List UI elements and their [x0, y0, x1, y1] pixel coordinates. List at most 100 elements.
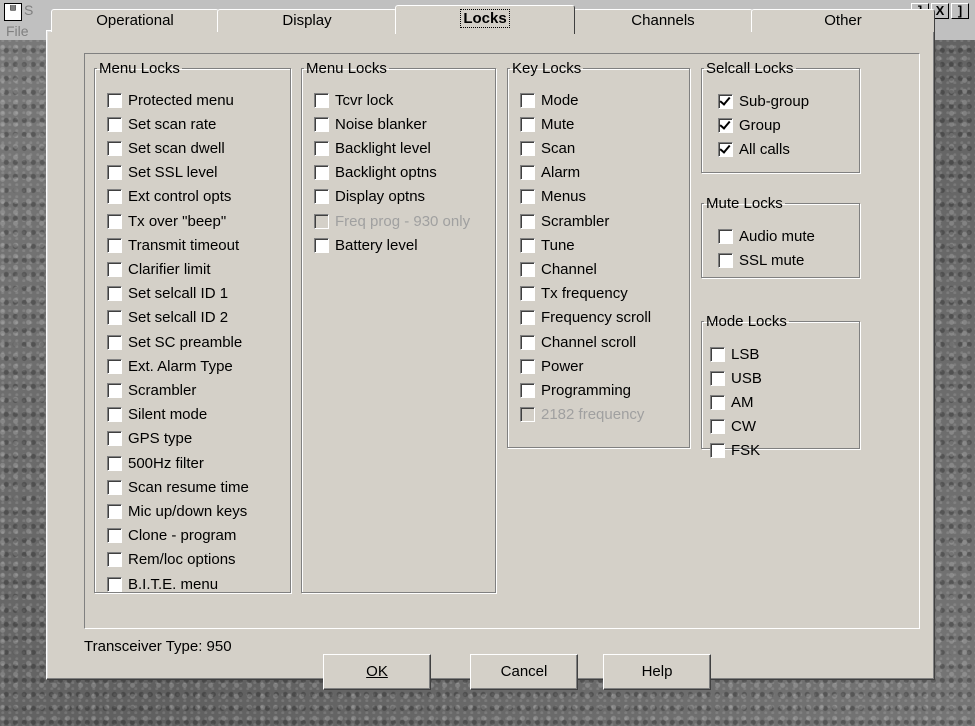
- checkbox[interactable]: [520, 334, 535, 350]
- checkbox[interactable]: [107, 310, 122, 326]
- checkbox-row[interactable]: Set scan rate: [107, 113, 216, 135]
- checkbox[interactable]: [314, 116, 329, 132]
- checkbox[interactable]: [107, 189, 122, 205]
- checkbox-row[interactable]: Mute: [520, 113, 574, 135]
- checkbox-row[interactable]: Tune: [520, 234, 575, 256]
- checkbox[interactable]: [520, 213, 535, 229]
- checkbox-row[interactable]: Set SC preamble: [107, 331, 242, 353]
- checkbox-row[interactable]: Tcvr lock: [314, 89, 393, 111]
- ok-button[interactable]: OK: [323, 654, 431, 690]
- checkbox[interactable]: [107, 165, 122, 181]
- checkbox[interactable]: [314, 140, 329, 156]
- checkbox-row[interactable]: Frequency scroll: [520, 307, 651, 329]
- checkbox[interactable]: [710, 346, 725, 362]
- checkbox[interactable]: [718, 228, 733, 244]
- checkbox-row[interactable]: Group: [718, 114, 781, 136]
- checkbox-row[interactable]: CW: [710, 416, 756, 438]
- checkbox[interactable]: [520, 286, 535, 302]
- checkbox-row[interactable]: Set scan dwell: [107, 137, 225, 159]
- checkbox[interactable]: [520, 237, 535, 253]
- checkbox[interactable]: [520, 92, 535, 108]
- checkbox[interactable]: [107, 431, 122, 447]
- checkbox-row[interactable]: Backlight level: [314, 137, 431, 159]
- checkbox-row[interactable]: AM: [710, 391, 754, 413]
- checkbox-row[interactable]: Scrambler: [107, 379, 196, 401]
- checkbox[interactable]: [520, 116, 535, 132]
- checkbox[interactable]: [314, 92, 329, 108]
- checkbox-row[interactable]: FSK: [710, 440, 760, 462]
- checkbox-row[interactable]: Backlight optns: [314, 162, 437, 184]
- checkbox[interactable]: [718, 252, 733, 268]
- checkbox-row[interactable]: Ext. Alarm Type: [107, 355, 233, 377]
- checkbox-row[interactable]: SSL mute: [718, 249, 804, 271]
- checkbox[interactable]: [710, 419, 725, 435]
- checkbox-row[interactable]: Channel: [520, 258, 597, 280]
- checkbox[interactable]: [107, 237, 122, 253]
- checkbox[interactable]: [710, 443, 725, 459]
- checkbox-row[interactable]: LSB: [710, 343, 759, 365]
- checkbox[interactable]: [107, 528, 122, 544]
- checkbox[interactable]: [520, 382, 535, 398]
- checkbox-row[interactable]: Mode: [520, 89, 579, 111]
- checkbox-row[interactable]: 500Hz filter: [107, 452, 204, 474]
- checkbox[interactable]: [107, 334, 122, 350]
- checkbox-row[interactable]: Set selcall ID 1: [107, 283, 228, 305]
- checkbox[interactable]: [107, 213, 122, 229]
- checkbox[interactable]: [314, 237, 329, 253]
- checkbox[interactable]: [718, 93, 733, 109]
- checkbox[interactable]: [520, 310, 535, 326]
- checkbox-row[interactable]: Audio mute: [718, 225, 815, 247]
- checkbox-row[interactable]: Menus: [520, 186, 586, 208]
- checkbox-row[interactable]: Alarm: [520, 162, 580, 184]
- checkbox[interactable]: [520, 261, 535, 277]
- checkbox-row[interactable]: Set SSL level: [107, 162, 218, 184]
- checkbox[interactable]: [107, 479, 122, 495]
- checkbox[interactable]: [107, 358, 122, 374]
- checkbox-row[interactable]: Transmit timeout: [107, 234, 239, 256]
- checkbox-row[interactable]: Set selcall ID 2: [107, 307, 228, 329]
- checkbox[interactable]: [520, 358, 535, 374]
- checkbox-row[interactable]: USB: [710, 367, 762, 389]
- tab-channels[interactable]: Channels: [573, 9, 753, 32]
- checkbox-row[interactable]: Tx frequency: [520, 283, 628, 305]
- checkbox[interactable]: [718, 141, 733, 157]
- checkbox-row[interactable]: Programming: [520, 379, 631, 401]
- checkbox[interactable]: [107, 116, 122, 132]
- checkbox-row[interactable]: Power: [520, 355, 584, 377]
- checkbox-row[interactable]: Sub-group: [718, 90, 809, 112]
- checkbox-row[interactable]: Rem/loc options: [107, 549, 236, 571]
- checkbox-row[interactable]: Silent mode: [107, 404, 207, 426]
- checkbox[interactable]: [520, 189, 535, 205]
- checkbox[interactable]: [107, 286, 122, 302]
- app-icon[interactable]: ▤: [4, 3, 22, 21]
- checkbox-row[interactable]: Scan resume time: [107, 476, 249, 498]
- tab-operational[interactable]: Operational: [51, 9, 219, 32]
- window-control-3[interactable]: ]: [951, 3, 969, 19]
- checkbox[interactable]: [107, 407, 122, 423]
- checkbox-row[interactable]: B.I.T.E. menu: [107, 573, 218, 595]
- checkbox[interactable]: [107, 576, 122, 592]
- checkbox-row[interactable]: Battery level: [314, 234, 418, 256]
- checkbox[interactable]: [107, 455, 122, 471]
- checkbox-row[interactable]: Channel scroll: [520, 331, 636, 353]
- checkbox[interactable]: [520, 140, 535, 156]
- checkbox-row[interactable]: Protected menu: [107, 89, 234, 111]
- tab-other[interactable]: Other: [751, 9, 935, 32]
- checkbox-row[interactable]: Tx over "beep": [107, 210, 226, 232]
- checkbox-row[interactable]: GPS type: [107, 428, 192, 450]
- checkbox[interactable]: [107, 92, 122, 108]
- checkbox-row[interactable]: Scrambler: [520, 210, 609, 232]
- help-button[interactable]: Help: [603, 654, 711, 690]
- cancel-button[interactable]: Cancel: [470, 654, 578, 690]
- checkbox-row[interactable]: All calls: [718, 138, 790, 160]
- checkbox[interactable]: [107, 261, 122, 277]
- tab-locks[interactable]: Locks: [395, 5, 575, 34]
- checkbox-row[interactable]: Clone - program: [107, 525, 236, 547]
- checkbox[interactable]: [520, 165, 535, 181]
- tab-display[interactable]: Display: [217, 9, 397, 32]
- checkbox-row[interactable]: Mic up/down keys: [107, 500, 247, 522]
- checkbox[interactable]: [314, 165, 329, 181]
- checkbox[interactable]: [107, 503, 122, 519]
- checkbox-row[interactable]: Scan: [520, 137, 575, 159]
- checkbox[interactable]: [107, 382, 122, 398]
